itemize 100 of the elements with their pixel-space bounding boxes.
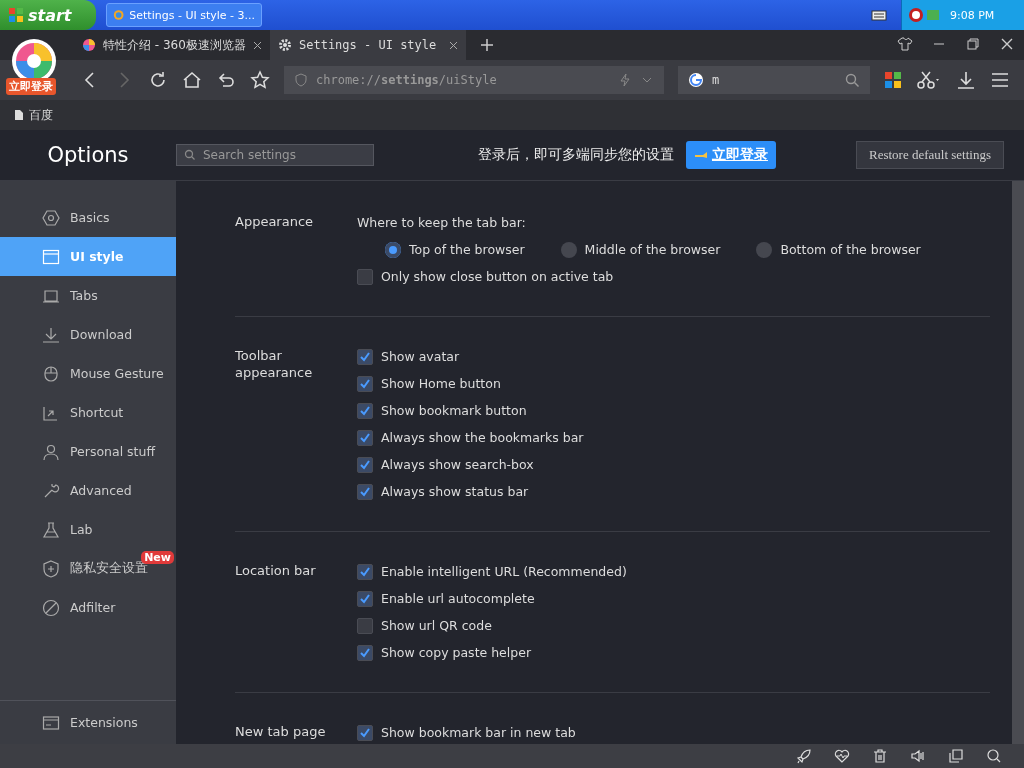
checkbox-label[interactable]: Show Home button xyxy=(381,376,501,391)
taskbar-task[interactable]: Settings - UI style - 3... xyxy=(106,3,262,27)
star-icon[interactable] xyxy=(250,70,270,90)
tray-icons[interactable] xyxy=(908,7,942,23)
window-icon[interactable] xyxy=(948,748,964,764)
trash-icon[interactable] xyxy=(872,748,888,764)
sidebar-item[interactable]: Extensions xyxy=(0,703,176,742)
browser-tab[interactable]: 特性介绍 - 360极速浏览器 xyxy=(74,30,270,60)
gear-icon xyxy=(278,38,292,52)
apps-icon[interactable] xyxy=(884,71,902,89)
new-tab-icon[interactable] xyxy=(480,38,494,52)
scissors-icon[interactable] xyxy=(916,70,942,90)
restore-defaults-button[interactable]: Restore default settings xyxy=(855,141,1004,169)
page-icon xyxy=(14,109,24,121)
checkbox-label[interactable]: Show avatar xyxy=(381,349,460,364)
mouse-icon xyxy=(42,364,60,383)
checkbox[interactable] xyxy=(357,456,373,473)
sidebar-item[interactable]: Lab xyxy=(0,510,176,549)
checkbox[interactable] xyxy=(357,402,373,419)
checkbox-label[interactable]: Show bookmark button xyxy=(381,403,527,418)
speaker-icon[interactable] xyxy=(910,748,926,764)
close-icon[interactable] xyxy=(999,36,1015,52)
zoom-icon[interactable] xyxy=(986,748,1002,764)
close-icon[interactable] xyxy=(449,40,458,50)
search-box[interactable]: m xyxy=(678,66,870,94)
checkbox[interactable] xyxy=(357,617,373,634)
keyboard-icon[interactable] xyxy=(871,9,887,21)
person-icon xyxy=(42,442,60,461)
browser-tab[interactable]: Settings - UI style xyxy=(270,30,466,60)
section-title: Location bar xyxy=(235,562,317,580)
shield-icon xyxy=(294,73,308,87)
flask-icon xyxy=(42,520,60,539)
checkbox[interactable] xyxy=(357,590,373,607)
checkbox[interactable] xyxy=(357,268,373,285)
checkbox-label[interactable]: Always show status bar xyxy=(381,484,529,499)
radio-option[interactable]: Bottom of the browser xyxy=(756,241,921,258)
checkbox-label[interactable]: Always show search-box xyxy=(381,457,534,472)
sidebar-item[interactable]: Advanced xyxy=(0,471,176,510)
search-field[interactable]: Search settings xyxy=(176,144,374,166)
sidebar-item[interactable]: 隐私安全设置 New xyxy=(0,549,176,588)
shirt-icon[interactable] xyxy=(897,36,913,52)
setting-caption: Where to keep the tab bar: xyxy=(357,215,526,230)
search-icon xyxy=(184,149,196,161)
sidebar-item[interactable]: Shortcut xyxy=(0,393,176,432)
window-icon xyxy=(42,247,60,266)
checkbox-label[interactable]: Show bookmark bar in new tab xyxy=(381,725,576,740)
checkbox-label[interactable]: Only show close button on active tab xyxy=(381,269,614,284)
reload-icon[interactable] xyxy=(148,70,168,90)
sidebar-item[interactable]: Personal stuff xyxy=(0,432,176,471)
hex-icon xyxy=(42,208,60,227)
bookmark-item[interactable]: 百度 xyxy=(14,106,53,124)
shield-icon xyxy=(42,559,60,578)
checkbox-label[interactable]: Show url QR code xyxy=(381,618,492,633)
search-icon[interactable] xyxy=(845,72,860,88)
sidebar-item[interactable]: Mouse Gesture xyxy=(0,354,176,393)
section-title: Toolbar appearance xyxy=(235,347,314,382)
login-badge[interactable]: 立即登录 xyxy=(6,78,56,95)
menu-icon[interactable] xyxy=(990,70,1010,90)
options-title: Options xyxy=(46,143,130,167)
checkbox[interactable] xyxy=(357,563,373,580)
home-icon[interactable] xyxy=(182,70,202,90)
checkbox-label[interactable]: Enable url autocomplete xyxy=(381,591,535,606)
checkbox[interactable] xyxy=(357,375,373,392)
download-icon xyxy=(42,325,60,344)
checkbox[interactable] xyxy=(357,644,373,661)
radio-button[interactable] xyxy=(385,241,401,258)
radio-option[interactable]: Middle of the browser xyxy=(560,241,721,258)
undo-icon[interactable] xyxy=(216,70,236,90)
scrollbar[interactable] xyxy=(1012,181,1024,744)
avatar[interactable]: 立即登录 xyxy=(6,36,62,96)
checkbox[interactable] xyxy=(357,483,373,500)
section-title: New tab page xyxy=(235,723,327,741)
checkbox-label[interactable]: Always show the bookmarks bar xyxy=(381,430,584,445)
close-icon[interactable] xyxy=(253,40,262,50)
radio-button[interactable] xyxy=(560,241,577,258)
sidebar-item[interactable]: Basics xyxy=(0,198,176,237)
sidebar-item[interactable]: Tabs xyxy=(0,276,176,315)
radio-button[interactable] xyxy=(756,241,773,258)
checkbox[interactable] xyxy=(357,724,373,741)
rocket-icon[interactable] xyxy=(796,748,812,764)
checkbox-label[interactable]: Show copy paste helper xyxy=(381,645,532,660)
wrench-icon xyxy=(42,481,60,500)
browser-logo-icon xyxy=(113,8,125,22)
browser-logo-icon xyxy=(82,38,96,52)
sidebar-item[interactable]: Download xyxy=(0,315,176,354)
login-prompt: 登录后，即可多端同步您的设置 xyxy=(477,146,674,164)
checkbox[interactable] xyxy=(357,348,373,365)
radio-option[interactable]: Top of the browser xyxy=(385,241,525,258)
download-icon[interactable] xyxy=(956,70,976,90)
extensions-icon xyxy=(42,713,60,732)
heartbeat-icon[interactable] xyxy=(834,748,850,764)
sidebar-item[interactable]: Adfilter xyxy=(0,588,176,627)
checkbox-label[interactable]: Enable intelligent URL (Recommended) xyxy=(381,564,627,579)
google-icon xyxy=(688,72,704,88)
section-title: Appearance xyxy=(235,213,315,231)
clock: 9:08 PM xyxy=(950,8,995,22)
windows-flag-icon xyxy=(8,7,24,23)
checkbox[interactable] xyxy=(357,429,373,446)
restore-icon[interactable] xyxy=(965,36,981,52)
block-icon xyxy=(42,598,60,617)
